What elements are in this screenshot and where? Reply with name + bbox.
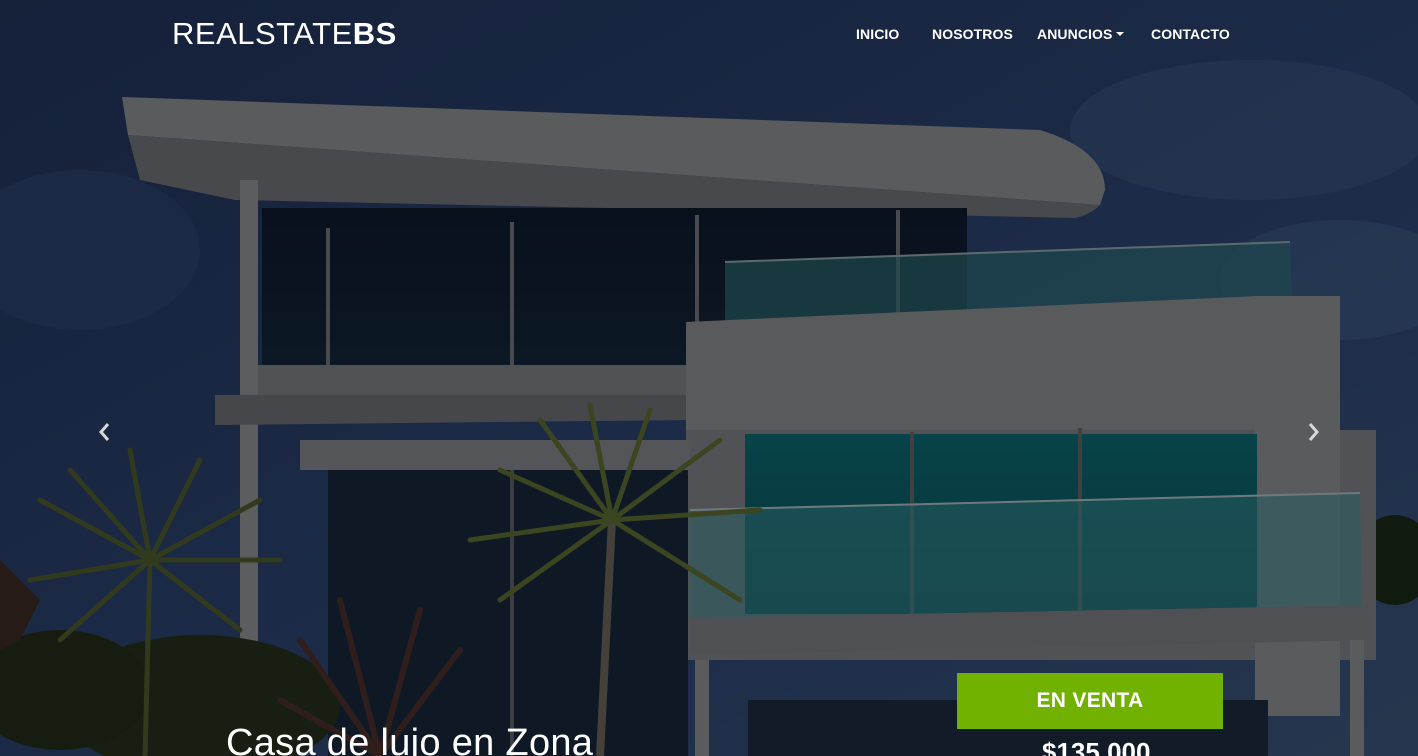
brand-light-text: REALSTATE — [172, 16, 353, 51]
nav-contacto[interactable]: CONTACTO — [1151, 26, 1230, 42]
status-badge: EN VENTA — [957, 673, 1223, 729]
carousel-next-button[interactable] — [1294, 412, 1334, 452]
hero-house-image — [0, 0, 1418, 756]
chevron-left-icon — [99, 423, 110, 441]
slide-title: Casa de lujo en Zona — [226, 722, 594, 756]
carousel-prev-button[interactable] — [84, 412, 124, 452]
hero-carousel: REALSTATEBS INICIO NOSOTROS ANUNCIOS CON… — [0, 0, 1418, 756]
slide-price: $135,000 — [1042, 737, 1151, 756]
brand-bold-text: BS — [352, 16, 397, 51]
navbar: REALSTATEBS INICIO NOSOTROS ANUNCIOS CON… — [0, 0, 1418, 70]
nav-anuncios-dropdown[interactable]: ANUNCIOS — [1037, 26, 1125, 42]
nav-anuncios-label: ANUNCIOS — [1037, 26, 1113, 42]
nav-inicio[interactable]: INICIO — [856, 26, 899, 42]
chevron-right-icon — [1308, 423, 1319, 441]
caret-down-icon — [1116, 32, 1125, 36]
brand-logo[interactable]: REALSTATEBS — [172, 16, 397, 52]
nav-nosotros[interactable]: NOSOTROS — [932, 26, 1013, 42]
